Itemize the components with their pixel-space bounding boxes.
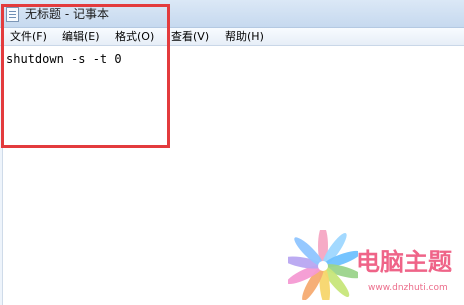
watermark-url: www.dnzhuti.com: [368, 283, 448, 293]
watermark-logo: 电脑主题 www.dnzhuti.com: [288, 230, 464, 305]
flower-logo-icon: [288, 230, 358, 300]
watermark-title: 电脑主题: [356, 248, 452, 276]
window-title: 无标题 - 记事本: [25, 7, 109, 21]
menu-help[interactable]: 帮助(H): [225, 29, 264, 45]
menu-bar: 文件(F) 编辑(E) 格式(O) 查看(V) 帮助(H): [0, 28, 464, 46]
menu-format[interactable]: 格式(O): [115, 29, 154, 45]
editor-content[interactable]: shutdown -s -t 0: [6, 52, 122, 66]
menu-edit[interactable]: 编辑(E): [62, 29, 100, 45]
notepad-icon: [6, 7, 19, 22]
menu-file[interactable]: 文件(F): [10, 29, 47, 45]
notepad-window: 无标题 - 记事本 文件(F) 编辑(E) 格式(O) 查看(V) 帮助(H) …: [0, 0, 464, 305]
menu-view[interactable]: 查看(V): [171, 29, 209, 45]
title-bar[interactable]: 无标题 - 记事本: [0, 0, 464, 28]
